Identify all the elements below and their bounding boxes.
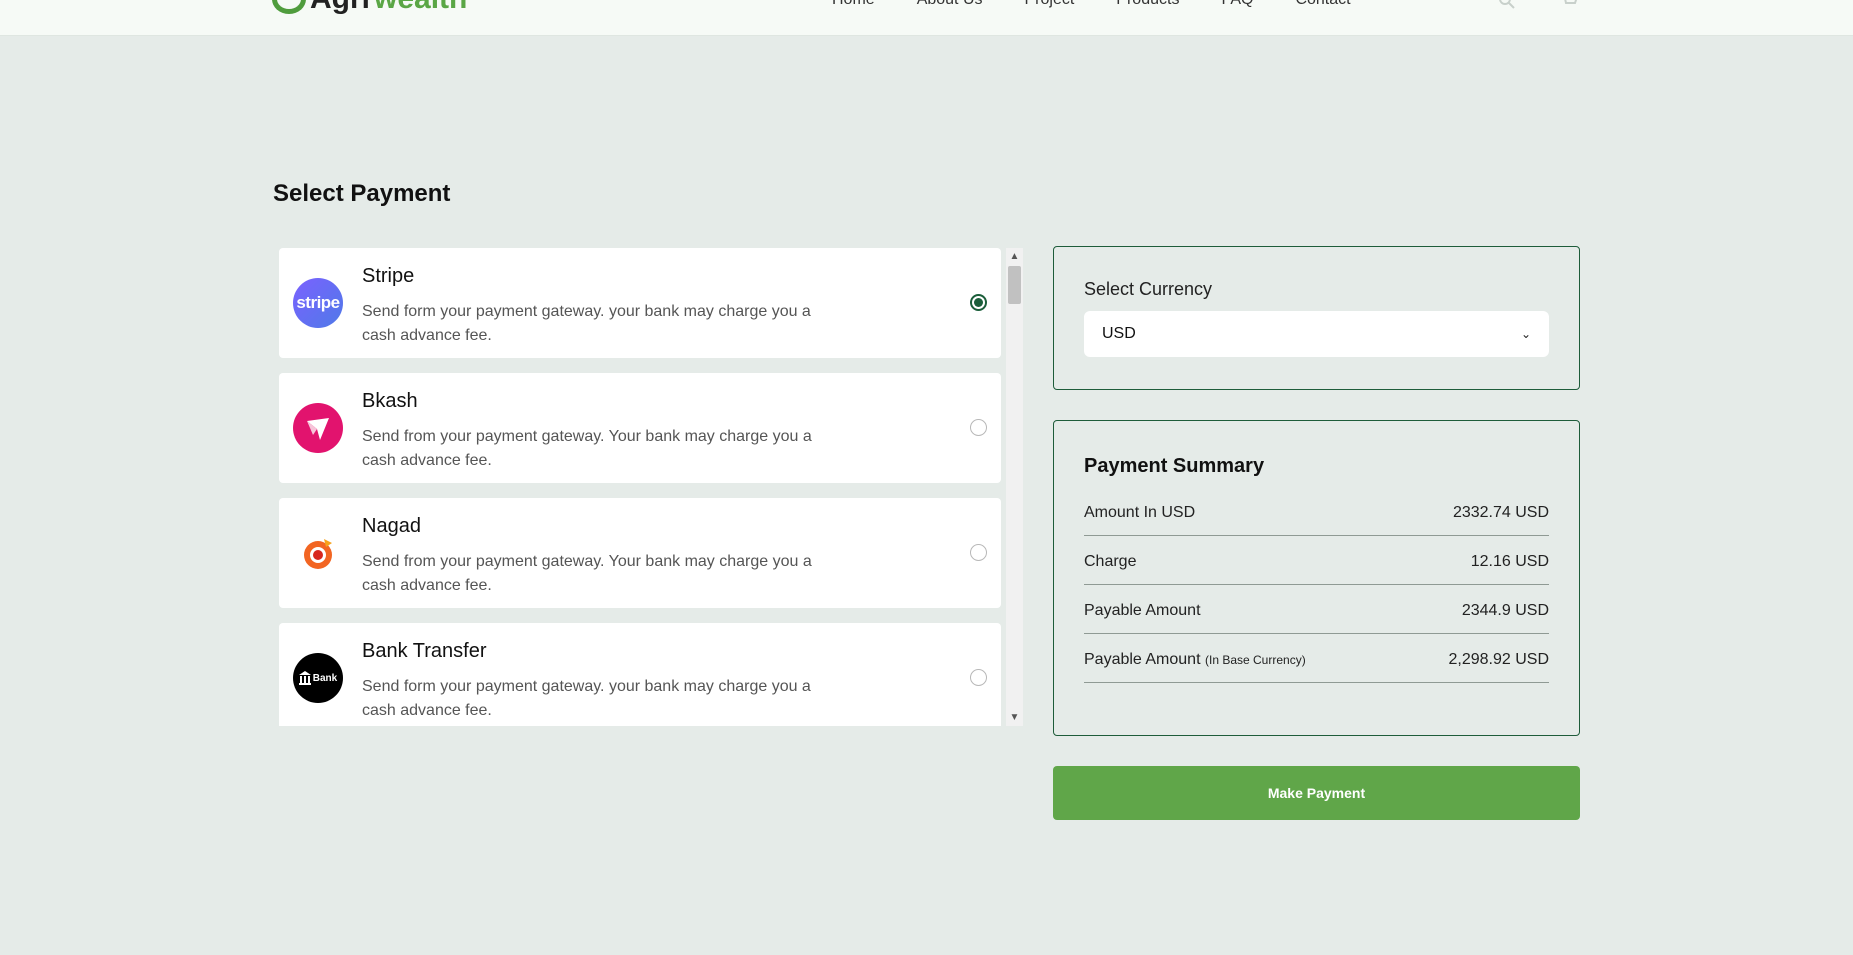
- gateway-description: Send form your payment gateway. your ban…: [362, 678, 811, 719]
- summary-label: Payable Amount (In Base Currency): [1084, 651, 1306, 669]
- scroll-thumb[interactable]: [1008, 266, 1021, 304]
- stripe-logo-text: stripe: [296, 293, 340, 312]
- nav-project[interactable]: Project: [1025, 0, 1075, 9]
- summary-title: Payment Summary: [1084, 455, 1265, 477]
- summary-label-sub: (In Base Currency): [1204, 653, 1306, 667]
- gateway-card-bkash[interactable]: Bkash Send from your payment gateway. Yo…: [279, 373, 1001, 483]
- bank-logo-icon: Bank: [293, 653, 343, 703]
- nagad-logo-icon: [293, 528, 343, 578]
- site-header: Agriwealth Home About Us Project Product…: [0, 0, 1853, 36]
- gateway-description: Send from your payment gateway. Your ban…: [362, 428, 812, 469]
- summary-row: Payable Amount 2344.9 USD: [1084, 585, 1549, 634]
- summary-row: Charge 12.16 USD: [1084, 536, 1549, 585]
- gateway-radio-stripe[interactable]: [970, 294, 987, 311]
- main-nav: Home About Us Project Products FAQ Conta…: [832, 0, 1351, 9]
- bank-logo-text: Bank: [312, 672, 338, 684]
- gateway-description: Send form your payment gateway. your ban…: [362, 303, 811, 344]
- logo-leaf-icon: [272, 0, 306, 14]
- logo-text-accent: wealth: [374, 0, 467, 16]
- chevron-down-icon: ⌄: [1520, 327, 1531, 341]
- site-logo[interactable]: Agriwealth: [272, 0, 467, 16]
- search-icon[interactable]: [1498, 0, 1518, 9]
- nav-home[interactable]: Home: [832, 0, 875, 9]
- summary-label: Charge: [1084, 553, 1137, 570]
- gateway-card-bank-transfer[interactable]: Bank Bank Transfer Send form your paymen…: [279, 623, 1001, 726]
- gateway-name: Nagad: [362, 515, 421, 537]
- currency-select[interactable]: USD ⌄: [1084, 311, 1549, 357]
- gateway-radio-bkash[interactable]: [970, 419, 987, 436]
- gateway-list[interactable]: stripe Stripe Send form your payment gat…: [279, 248, 1023, 726]
- nav-contact[interactable]: Contact: [1295, 0, 1350, 9]
- summary-row: Amount In USD 2332.74 USD: [1084, 487, 1549, 536]
- gateway-name: Stripe: [362, 265, 415, 287]
- summary-value: 2332.74 USD: [1452, 504, 1549, 521]
- nav-about[interactable]: About Us: [917, 0, 983, 9]
- summary-rows: Amount In USD 2332.74 USD Charge 12.16 U…: [1084, 487, 1549, 683]
- currency-panel: Select Currency USD ⌄: [1053, 246, 1580, 390]
- gateway-description: Send from your payment gateway. Your ban…: [362, 553, 812, 594]
- currency-label: Select Currency: [1084, 279, 1213, 299]
- stripe-logo-icon: stripe: [293, 278, 343, 328]
- summary-label-main: Payable Amount: [1084, 651, 1201, 668]
- bkash-logo-icon: [293, 403, 343, 453]
- summary-row: Payable Amount (In Base Currency) 2,298.…: [1084, 634, 1549, 683]
- summary-value: 12.16 USD: [1470, 553, 1549, 570]
- summary-value: 2,298.92 USD: [1448, 651, 1549, 668]
- gateway-card-stripe[interactable]: stripe Stripe Send form your payment gat…: [279, 248, 1001, 358]
- gateway-list-scrollbar[interactable]: ▲ ▼: [1006, 248, 1023, 726]
- summary-label: Payable Amount: [1084, 602, 1201, 619]
- gateway-card-nagad[interactable]: Nagad Send from your payment gateway. Yo…: [279, 498, 1001, 608]
- scroll-down-arrow-icon[interactable]: ▼: [1006, 709, 1023, 726]
- gateway-radio-bank-transfer[interactable]: [970, 669, 987, 686]
- cart-icon[interactable]: [1560, 0, 1580, 8]
- summary-label: Amount In USD: [1084, 504, 1196, 521]
- nav-products[interactable]: Products: [1116, 0, 1179, 9]
- gateway-name: Bank Transfer: [362, 640, 487, 662]
- currency-selected-value: USD: [1102, 325, 1136, 342]
- summary-value: 2344.9 USD: [1461, 602, 1549, 619]
- nav-faq[interactable]: FAQ: [1221, 0, 1253, 9]
- gateway-name: Bkash: [362, 390, 418, 412]
- make-payment-button[interactable]: Make Payment: [1053, 766, 1580, 820]
- scroll-up-arrow-icon[interactable]: ▲: [1006, 248, 1023, 265]
- payment-summary-panel: Payment Summary Amount In USD 2332.74 US…: [1053, 420, 1580, 736]
- gateway-radio-nagad[interactable]: [970, 544, 987, 561]
- page-title: Select Payment: [273, 180, 451, 207]
- logo-text-primary: Agri: [310, 0, 370, 16]
